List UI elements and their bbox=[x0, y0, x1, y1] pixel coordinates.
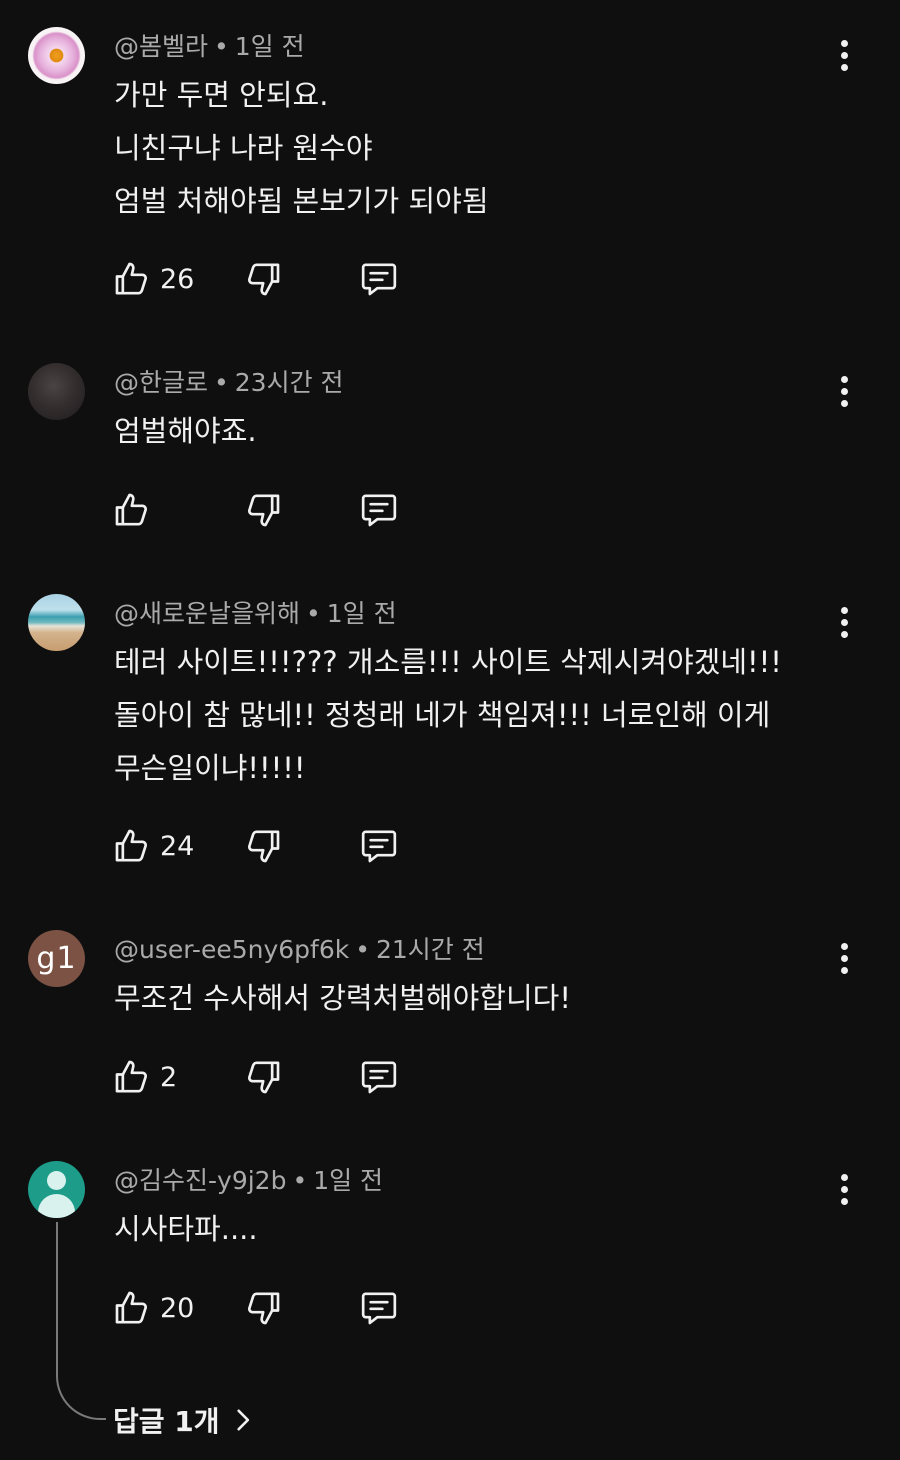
comment-line: 가만 두면 안되요. bbox=[114, 78, 329, 112]
comment-time: 1일 전 bbox=[234, 32, 305, 61]
meta-separator: • bbox=[214, 32, 229, 61]
thumb-down-icon bbox=[248, 263, 280, 296]
more-vertical-icon[interactable] bbox=[828, 602, 860, 642]
user-avatar[interactable] bbox=[28, 363, 85, 420]
like-button[interactable]: 20 bbox=[112, 1286, 194, 1330]
thumb-up-icon bbox=[115, 829, 147, 862]
thumb-up-icon bbox=[115, 493, 147, 526]
comment-text: 엄벌해야죠. bbox=[114, 405, 257, 458]
comment-line: 무슨일이냐!!!!! bbox=[114, 751, 306, 785]
dislike-button[interactable] bbox=[243, 826, 283, 870]
user-avatar[interactable] bbox=[28, 27, 85, 84]
meta-separator: • bbox=[355, 935, 370, 964]
reply-comment-icon bbox=[361, 263, 397, 296]
like-count: 2 bbox=[160, 1061, 178, 1093]
more-vertical-icon[interactable] bbox=[828, 35, 860, 75]
reply-comment-icon bbox=[361, 830, 397, 863]
more-vertical-icon[interactable] bbox=[828, 938, 860, 978]
meta-separator: • bbox=[214, 368, 229, 397]
comment-text: 가만 두면 안되요. 니친구냐 나라 원수야 엄벌 처해야됨 본보기가 되야됨 bbox=[114, 69, 489, 228]
user-avatar[interactable] bbox=[28, 1161, 85, 1218]
like-button[interactable]: 2 bbox=[112, 1055, 177, 1099]
thumb-down-icon bbox=[248, 1061, 280, 1094]
comment-text: 테러 사이트!!!??? 개소름!!! 사이트 삭제시켜야겠네!!! 돌아이 참… bbox=[114, 636, 782, 795]
comment-line: 시사타파.... bbox=[114, 1212, 258, 1246]
thumb-up-icon bbox=[115, 1291, 147, 1324]
comment-meta: @봄벨라 • 1일 전 bbox=[114, 32, 305, 62]
comment-actions: 26 bbox=[0, 257, 900, 301]
comment-author[interactable]: @김수진-y9j2b bbox=[114, 1166, 286, 1195]
like-button[interactable]: 24 bbox=[112, 824, 194, 868]
comment-meta: @김수진-y9j2b • 1일 전 bbox=[114, 1166, 383, 1196]
comment-time: 23시간 전 bbox=[234, 368, 344, 397]
comment-author[interactable]: @한글로 bbox=[114, 368, 208, 397]
comment-text: 시사타파.... bbox=[114, 1203, 258, 1256]
more-vertical-icon[interactable] bbox=[828, 371, 860, 411]
dislike-button[interactable] bbox=[243, 1057, 283, 1101]
reply-button[interactable] bbox=[359, 1057, 399, 1101]
comment-line: 니친구냐 나라 원수야 bbox=[114, 131, 373, 165]
comment-author[interactable]: @새로운날을위해 bbox=[114, 599, 300, 628]
comment-line: 테러 사이트!!!??? 개소름!!! 사이트 삭제시켜야겠네!!! bbox=[114, 645, 782, 679]
comment-line: 엄벌해야죠. bbox=[114, 414, 257, 448]
reply-comment-icon bbox=[361, 1292, 397, 1325]
reply-comment-icon bbox=[361, 494, 397, 527]
thumb-down-icon bbox=[248, 830, 280, 863]
meta-separator: • bbox=[306, 599, 321, 628]
view-replies-button[interactable]: 답글 1개 bbox=[113, 1398, 256, 1442]
comment-actions: 2 bbox=[0, 1055, 900, 1099]
chevron-right-icon bbox=[236, 1409, 249, 1431]
like-button[interactable] bbox=[112, 488, 160, 532]
dislike-button[interactable] bbox=[243, 490, 283, 534]
person-head bbox=[47, 1171, 66, 1190]
reply-comment-icon bbox=[361, 1061, 397, 1094]
like-button[interactable]: 26 bbox=[112, 257, 194, 301]
comment-author[interactable]: @봄벨라 bbox=[114, 32, 208, 61]
dislike-button[interactable] bbox=[243, 259, 283, 303]
replies-label: 답글 1개 bbox=[113, 1405, 220, 1438]
reply-button[interactable] bbox=[359, 259, 399, 303]
user-avatar[interactable] bbox=[28, 594, 85, 651]
reply-button[interactable] bbox=[359, 1288, 399, 1332]
reply-button[interactable] bbox=[359, 826, 399, 870]
comment-line: 엄벌 처해야됨 본보기가 되야됨 bbox=[114, 184, 489, 218]
like-count: 24 bbox=[160, 830, 195, 862]
like-count: 20 bbox=[160, 1292, 195, 1324]
comment-line: 무조건 수사해서 강력처벌해야합니다! bbox=[114, 981, 571, 1015]
thumb-up-icon bbox=[115, 262, 147, 295]
comment-line: 돌아이 참 많네!! 정청래 네가 책임져!!! 너로인해 이게 bbox=[114, 698, 771, 732]
user-avatar[interactable]: g1 bbox=[28, 930, 85, 987]
thumb-down-icon bbox=[248, 494, 280, 527]
comment-actions: 20 bbox=[0, 1286, 900, 1330]
comment-actions: 24 bbox=[0, 824, 900, 868]
comment-actions bbox=[0, 488, 900, 532]
comment-meta: @새로운날을위해 • 1일 전 bbox=[114, 599, 397, 629]
meta-separator: • bbox=[292, 1166, 308, 1195]
comment-meta: @한글로 • 23시간 전 bbox=[114, 368, 344, 398]
thumb-down-icon bbox=[248, 1292, 280, 1325]
comment-author[interactable]: @user-ee5ny6pf6k bbox=[114, 935, 349, 964]
dislike-button[interactable] bbox=[243, 1288, 283, 1332]
avatar-initials: g1 bbox=[36, 941, 77, 976]
thumb-up-icon bbox=[115, 1060, 147, 1093]
reply-button[interactable] bbox=[359, 490, 399, 534]
comment-time: 21시간 전 bbox=[375, 935, 485, 964]
more-vertical-icon[interactable] bbox=[828, 1169, 860, 1209]
comment-text: 무조건 수사해서 강력처벌해야합니다! bbox=[114, 972, 571, 1025]
comment-time: 1일 전 bbox=[326, 599, 397, 628]
comment-time: 1일 전 bbox=[313, 1166, 384, 1195]
comment-meta: @user-ee5ny6pf6k • 21시간 전 bbox=[114, 935, 485, 965]
like-count: 26 bbox=[160, 263, 195, 295]
person-body bbox=[38, 1194, 75, 1218]
